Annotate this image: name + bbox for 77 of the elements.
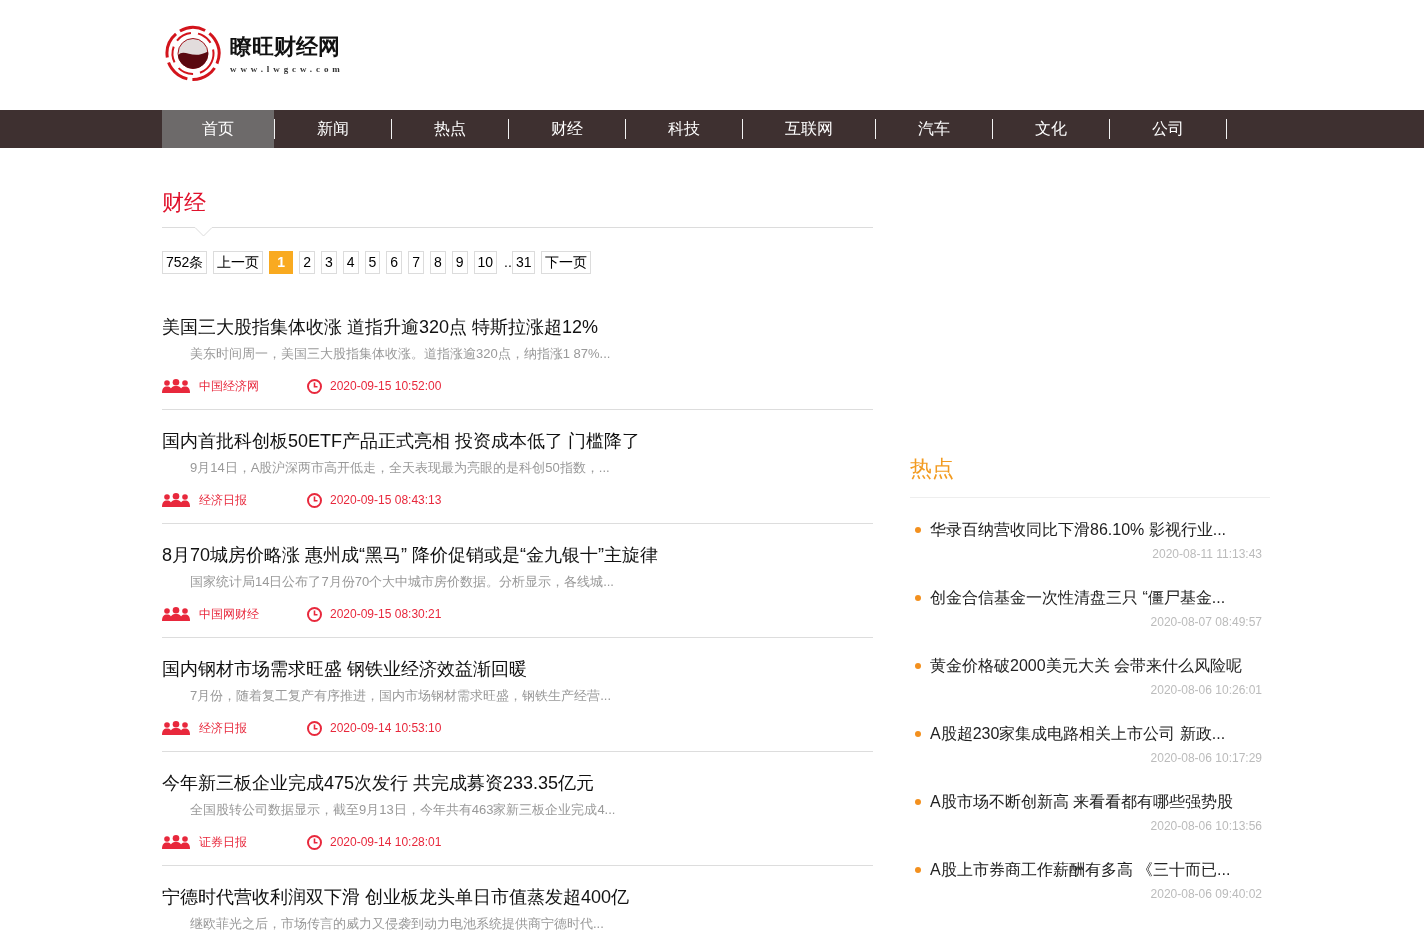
nav-tab[interactable]: 公司 <box>1110 110 1226 148</box>
page-link[interactable]: 8 <box>429 251 446 274</box>
page-link[interactable]: 31 <box>511 251 536 274</box>
bullet-dot-icon <box>915 731 921 737</box>
people-icon <box>162 379 190 393</box>
nav-tab[interactable]: 热点 <box>392 110 508 148</box>
page-link[interactable]: 6 <box>386 251 403 274</box>
hot-news-link[interactable]: 黄金价格破2000美元大关 会带来什么风险呢 <box>930 656 1243 676</box>
page-link[interactable]: 3 <box>320 251 337 274</box>
nav-tab[interactable]: 互联网 <box>743 110 875 148</box>
news-time: 2020-08-06 09:40:02 <box>1150 886 1262 902</box>
page-link[interactable]: 5 <box>364 251 381 274</box>
news-time: 2020-08-06 10:26:01 <box>1150 682 1262 698</box>
people-icon <box>162 721 190 735</box>
page-link[interactable]: 2 <box>299 251 315 274</box>
article-summary: 国家统计局14日公布了7月份70个大中城市房价数据。分析显示，各线城... <box>190 574 614 589</box>
logo-icon <box>165 25 221 82</box>
sidebar-title: 热点 <box>910 455 954 483</box>
site-name: 瞭旺财经网 <box>230 34 340 60</box>
article-summary: 全国股转公司数据显示，截至9月13日，今年共有463家新三板企业完成4... <box>190 802 616 817</box>
clock-icon <box>307 492 322 508</box>
article-title[interactable]: 宁德时代营收利润双下滑 创业板龙头单日市值蒸发超400亿 <box>162 887 630 907</box>
publish-time: 2020-09-15 08:43:13 <box>330 492 442 509</box>
clock-icon <box>307 834 322 850</box>
source-name: 证券日报 <box>199 834 247 851</box>
bullet-dot-icon <box>915 595 921 601</box>
people-icon <box>162 607 190 621</box>
publish-time: 2020-09-15 08:30:21 <box>330 606 442 623</box>
nav-tab[interactable]: 文化 <box>993 110 1109 148</box>
article-summary: 7月份，随着复工复产有序推进，国内市场钢材需求旺盛，钢铁生产经营... <box>190 688 612 703</box>
article-title[interactable]: 国内首批科创板50ETF产品正式亮相 投资成本低了 门槛降了 <box>162 431 641 451</box>
nav-tab[interactable]: 首页 <box>162 110 274 148</box>
nav-tab[interactable]: 汽车 <box>876 110 992 148</box>
bullet-dot-icon <box>915 527 921 533</box>
source-name: 中国网财经 <box>199 606 259 623</box>
page-link[interactable]: 4 <box>342 251 359 274</box>
nav-tab[interactable]: 新闻 <box>275 110 391 148</box>
hot-news-link[interactable]: A股市场不断创新高 来看看都有哪些强势股 <box>930 792 1234 812</box>
bullet-dot-icon <box>915 867 921 873</box>
hot-news-link[interactable]: A股超230家集成电路相关上市公司 新政... <box>930 724 1226 744</box>
hot-news-link[interactable]: 创金合信基金一次性清盘三只 “僵尸基金... <box>930 588 1226 608</box>
publish-time: 2020-09-15 10:52:00 <box>330 378 442 395</box>
bullet-dot-icon <box>915 663 921 669</box>
result-count: 752条 <box>162 251 208 274</box>
people-icon <box>162 835 190 849</box>
next-page-link[interactable]: 下一页 <box>541 251 592 274</box>
article-title[interactable]: 8月70城房价略涨 惠州成“黑马” 降价促销或是“金九银十”主旋律 <box>162 545 658 565</box>
clock-icon <box>307 720 322 736</box>
page-link[interactable]: 10 <box>473 251 498 274</box>
page-link[interactable]: 7 <box>408 251 424 274</box>
nav-tab[interactable]: 财经 <box>509 110 625 148</box>
clock-icon <box>307 606 322 622</box>
source-name: 经济日报 <box>199 720 247 737</box>
publish-time: 2020-09-14 10:28:01 <box>330 834 442 851</box>
news-time: 2020-08-11 11:13:43 <box>1152 546 1262 562</box>
page-link[interactable]: 9 <box>451 251 468 274</box>
source-name: 经济日报 <box>199 492 247 509</box>
source-name: 中国经济网 <box>199 378 259 395</box>
publish-time: 2020-09-14 10:53:10 <box>330 720 442 737</box>
site-url: www.lwgcw.com <box>230 63 344 75</box>
news-time: 2020-08-06 10:17:29 <box>1150 750 1262 766</box>
hot-news-link[interactable]: 华录百纳营收同比下滑86.10% 影视行业... <box>930 520 1227 540</box>
clock-icon <box>307 378 322 394</box>
news-time: 2020-08-07 08:49:57 <box>1150 614 1262 630</box>
people-icon <box>162 493 190 507</box>
section-title: 财经 <box>162 189 206 217</box>
article-title[interactable]: 国内钢材市场需求旺盛 钢铁业经济效益渐回暖 <box>162 659 527 679</box>
nav-tab[interactable]: 科技 <box>626 110 742 148</box>
ellipsis-text: .. <box>504 253 512 272</box>
article-summary: 9月14日，A股沪深两市高开低走，全天表现最为亮眼的是科创50指数，... <box>190 460 610 475</box>
news-time: 2020-08-06 10:13:56 <box>1150 818 1262 834</box>
article-title[interactable]: 今年新三板企业完成475次发行 共完成募资233.35亿元 <box>162 773 595 793</box>
bullet-dot-icon <box>915 799 921 805</box>
article-title[interactable]: 美国三大股指集体收涨 道指升逾320点 特斯拉涨超12% <box>162 317 599 337</box>
prev-page-link[interactable]: 上一页 <box>213 251 264 274</box>
hot-news-link[interactable]: A股上市券商工作薪酬有多高 《三十而已... <box>930 860 1231 880</box>
article-summary: 继欧菲光之后，市场传言的威力又侵袭到动力电池系统提供商宁德时代... <box>190 916 604 931</box>
